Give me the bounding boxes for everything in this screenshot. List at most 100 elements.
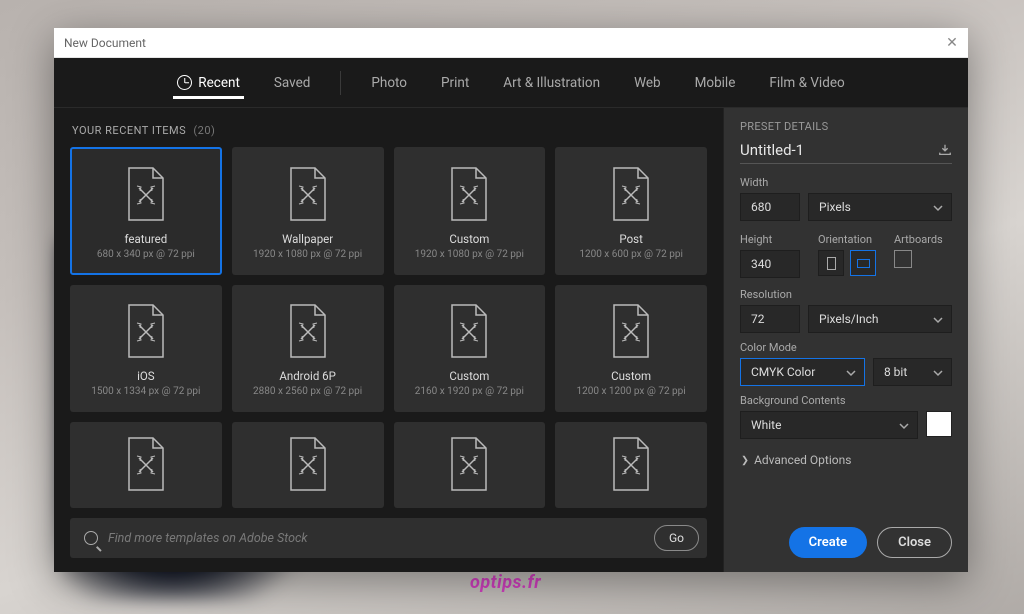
bg-select[interactable]: White [740, 411, 918, 439]
recent-heading: YOUR RECENT ITEMS (20) [72, 124, 707, 137]
clock-icon [177, 75, 192, 90]
orientation-landscape[interactable] [850, 250, 876, 276]
chevron-down-icon [846, 367, 856, 377]
chevron-down-icon [933, 314, 943, 324]
preset-name: featured [125, 232, 168, 246]
tab-web[interactable]: Web [630, 58, 665, 107]
window-title: New Document [64, 36, 946, 50]
preset-dims: 1200 x 600 px @ 72 ppi [579, 249, 683, 260]
new-document-dialog: New Document ✕ Recent Saved Photo Print … [54, 28, 968, 572]
preset-name: Android 6P [279, 369, 336, 383]
preset-details-heading: PRESET DETAILS [740, 120, 952, 133]
dialog-footer: Create Close [789, 527, 952, 558]
preset-card[interactable]: Custom 1920 x 1080 px @ 72 ppi [394, 147, 546, 275]
preset-card[interactable] [70, 422, 222, 508]
tab-label: Photo [371, 75, 407, 91]
preset-card[interactable]: featured 680 x 340 px @ 72 ppi [70, 147, 222, 275]
preset-dims: 680 x 340 px @ 72 ppi [97, 249, 195, 260]
tab-label: Film & Video [769, 75, 844, 91]
category-tabs: Recent Saved Photo Print Art & Illustrat… [54, 58, 968, 108]
width-unit-select[interactable]: Pixels [808, 193, 952, 221]
preset-name: iOS [137, 369, 155, 383]
chevron-down-icon [899, 420, 909, 430]
tab-film[interactable]: Film & Video [765, 58, 848, 107]
colormode-select[interactable]: CMYK Color [740, 358, 865, 386]
preset-details-panel: PRESET DETAILS Untitled-1 Width 680 Pixe… [723, 108, 968, 572]
bg-label: Background Contents [740, 394, 952, 407]
resolution-input[interactable]: 72 [740, 305, 800, 333]
preset-dims: 2880 x 2560 px @ 72 ppi [253, 386, 362, 397]
tab-label: Art & Illustration [503, 75, 600, 91]
select-value: Pixels/Inch [819, 312, 879, 326]
select-value: CMYK Color [751, 365, 815, 379]
search-placeholder: Find more templates on Adobe Stock [108, 531, 644, 546]
select-value: 8 bit [884, 365, 907, 379]
height-input[interactable]: 340 [740, 250, 800, 278]
preset-name-row: Untitled-1 [740, 141, 952, 164]
width-input[interactable]: 680 [740, 193, 800, 221]
tab-label: Mobile [695, 75, 736, 91]
orientation-portrait[interactable] [818, 250, 844, 276]
preset-name: Custom [449, 232, 489, 246]
preset-card[interactable]: Wallpaper1920 x 1080 px @ 72 ppi [232, 147, 384, 275]
preset-name: Custom [449, 369, 489, 383]
tab-label: Web [634, 75, 661, 91]
search-icon [84, 531, 98, 545]
preset-card[interactable]: iOS 1500 x 1334 px @ 72 ppi [70, 285, 222, 411]
chevron-down-icon [933, 202, 943, 212]
recent-count: (20) [193, 124, 215, 137]
presets-panel: YOUR RECENT ITEMS (20) featured 680 x 340… [54, 108, 723, 572]
save-preset-icon[interactable] [938, 143, 952, 157]
separator [340, 71, 341, 95]
bitdepth-select[interactable]: 8 bit [873, 358, 952, 386]
chevron-right-icon: ❯ [741, 454, 749, 465]
preset-grid: featured 680 x 340 px @ 72 ppi Wallpaper19… [70, 147, 707, 508]
go-button[interactable]: Go [654, 525, 699, 551]
resolution-unit-select[interactable]: Pixels/Inch [808, 305, 952, 333]
preset-card[interactable] [394, 422, 546, 508]
tab-mobile[interactable]: Mobile [691, 58, 740, 107]
resolution-label: Resolution [740, 288, 952, 301]
close-button[interactable]: Close [877, 527, 952, 558]
preset-name: Post [619, 232, 642, 246]
preset-card[interactable] [232, 422, 384, 508]
tab-label: Recent [198, 75, 240, 91]
close-icon[interactable]: ✕ [946, 37, 958, 49]
preset-dims: 1920 x 1080 px @ 72 ppi [253, 249, 362, 260]
landscape-icon [857, 259, 870, 268]
tab-art[interactable]: Art & Illustration [499, 58, 604, 107]
preset-dims: 2160 x 1920 px @ 72 ppi [415, 386, 524, 397]
colormode-label: Color Mode [740, 341, 952, 354]
tab-label: Print [441, 75, 469, 91]
preset-dims: 1920 x 1080 px @ 72 ppi [415, 249, 524, 260]
select-value: White [751, 418, 781, 432]
stock-search[interactable]: Find more templates on Adobe Stock Go [70, 518, 707, 558]
bg-color-swatch[interactable] [926, 411, 952, 437]
dialog-body: Recent Saved Photo Print Art & Illustrat… [54, 58, 968, 572]
preset-card[interactable] [555, 422, 707, 508]
advanced-options-toggle[interactable]: ❯ Advanced Options [740, 453, 952, 467]
preset-dims: 1500 x 1334 px @ 72 ppi [91, 386, 200, 397]
tab-saved[interactable]: Saved [270, 58, 315, 107]
tab-label: Saved [274, 75, 311, 91]
preset-dims: 1200 x 1200 px @ 72 ppi [577, 386, 686, 397]
preset-card[interactable]: Android 6P 2880 x 2560 px @ 72 ppi [232, 285, 384, 411]
preset-card[interactable]: Custom1200 x 1200 px @ 72 ppi [555, 285, 707, 411]
tab-print[interactable]: Print [437, 58, 473, 107]
preset-name-input[interactable]: Untitled-1 [740, 141, 938, 159]
recent-heading-text: YOUR RECENT ITEMS [72, 124, 186, 137]
height-label: Height [740, 233, 800, 246]
preset-card[interactable]: Custom 2160 x 1920 px @ 72 ppi [394, 285, 546, 411]
create-button[interactable]: Create [789, 527, 867, 558]
watermark: optips.fr [470, 572, 541, 593]
preset-card[interactable]: Post 1200 x 600 px @ 72 ppi [555, 147, 707, 275]
advanced-label: Advanced Options [754, 453, 851, 467]
tab-recent[interactable]: Recent [173, 58, 244, 107]
width-label: Width [740, 176, 952, 189]
artboards-checkbox[interactable] [894, 250, 912, 268]
titlebar: New Document ✕ [54, 28, 968, 58]
artboards-label: Artboards [894, 233, 943, 246]
tab-photo[interactable]: Photo [367, 58, 411, 107]
portrait-icon [827, 257, 836, 270]
orientation-label: Orientation [818, 233, 876, 246]
